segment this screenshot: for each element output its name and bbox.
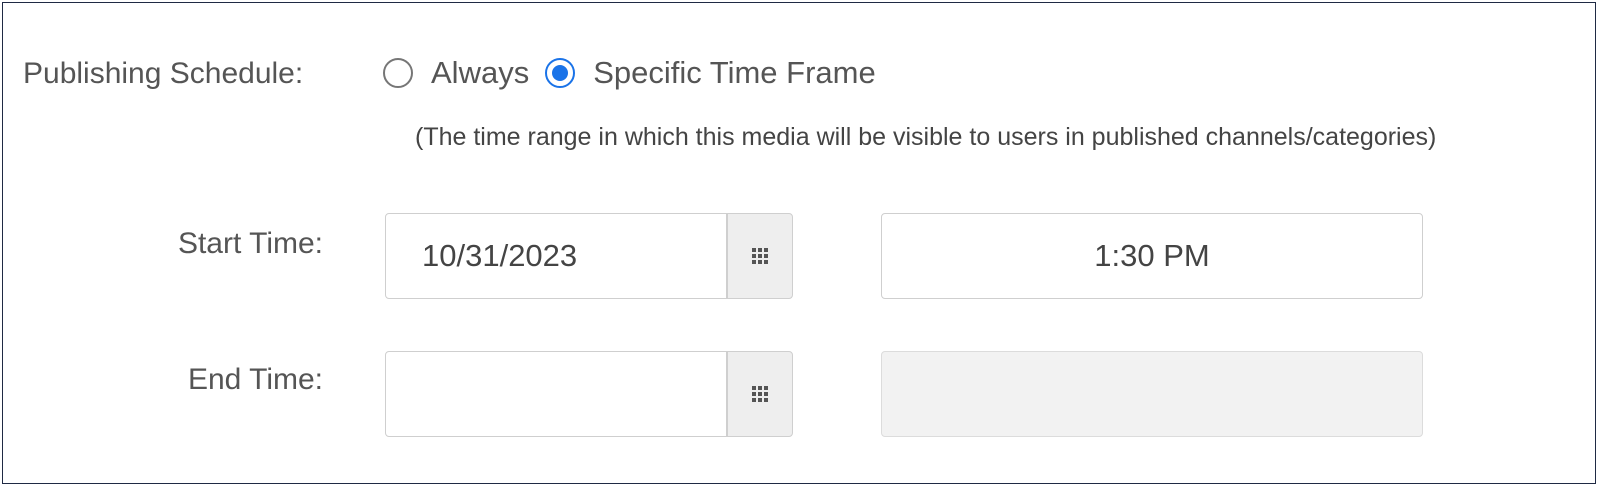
radio-specific-time-frame[interactable]: Specific Time Frame xyxy=(545,55,876,91)
end-time-label: End Time: xyxy=(187,363,323,396)
start-date-calendar-button[interactable] xyxy=(727,213,793,299)
publishing-schedule-panel: Publishing Schedule: Always Specific Tim… xyxy=(2,2,1596,484)
start-date-value: 10/31/2023 xyxy=(422,238,578,273)
start-time-input[interactable]: 1:30 PM xyxy=(881,213,1423,299)
radio-always[interactable]: Always xyxy=(383,55,529,91)
publishing-schedule-radio-group: Always Specific Time Frame xyxy=(383,55,876,91)
calendar-grid-icon xyxy=(752,386,768,402)
end-date-calendar-button[interactable] xyxy=(727,351,793,437)
end-time-input[interactable] xyxy=(881,351,1423,437)
start-date-input[interactable]: 10/31/2023 xyxy=(385,213,727,299)
calendar-grid-icon xyxy=(752,248,768,264)
radio-always-circle[interactable] xyxy=(383,58,413,88)
radio-specific-time-frame-circle[interactable] xyxy=(545,58,576,88)
start-time-label: Start Time: xyxy=(177,227,323,260)
radio-always-label[interactable]: Always xyxy=(431,55,529,91)
radio-specific-time-frame-label[interactable]: Specific Time Frame xyxy=(593,55,876,91)
start-time-value: 1:30 PM xyxy=(1094,238,1210,273)
schedule-hint-text: (The time range in which this media will… xyxy=(415,123,1437,151)
publishing-schedule-label: Publishing Schedule: xyxy=(23,57,304,90)
end-date-input[interactable] xyxy=(385,351,727,437)
